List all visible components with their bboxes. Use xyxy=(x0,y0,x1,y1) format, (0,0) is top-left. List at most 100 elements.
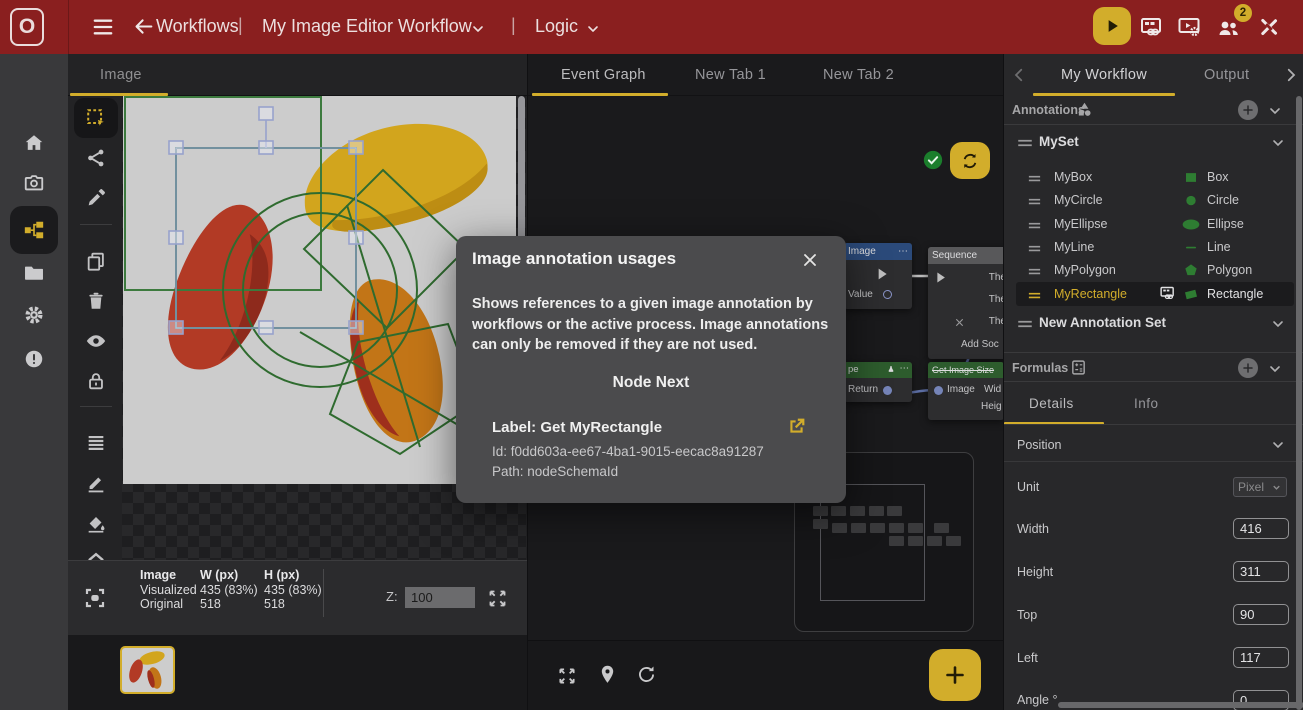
minimap-node xyxy=(831,506,846,516)
minimap-node xyxy=(813,519,828,529)
copy-icon[interactable] xyxy=(85,250,107,272)
unit-select[interactable]: Pixel xyxy=(1233,477,1287,497)
list-icon[interactable] xyxy=(85,432,107,454)
pin-icon[interactable] xyxy=(597,664,618,685)
alert-circle-icon[interactable] xyxy=(23,348,45,370)
top-label: Top xyxy=(1017,608,1037,622)
exec-in-pin[interactable] xyxy=(933,270,948,285)
frame-thumbnail[interactable] xyxy=(120,646,175,694)
refresh-icon[interactable] xyxy=(636,664,657,685)
drag-handle-icon[interactable] xyxy=(1027,174,1042,183)
workflow-link-icon[interactable] xyxy=(1139,15,1163,39)
row-visualized-label: Visualized xyxy=(140,583,200,598)
share-nodes-icon[interactable] xyxy=(85,147,107,169)
node-shape-return[interactable]: pe ⋯ Return xyxy=(844,362,912,402)
tools-icon[interactable] xyxy=(1257,15,1281,39)
expand-graph-icon[interactable] xyxy=(557,666,577,686)
drag-handle-icon[interactable] xyxy=(1016,138,1034,148)
inspector-vertical-scrollbar[interactable] xyxy=(1296,96,1302,710)
annotation-row-myline[interactable]: MyLine Line xyxy=(1004,236,1303,260)
width-input[interactable] xyxy=(1233,518,1289,539)
annotation-usages-icon[interactable] xyxy=(1159,285,1176,302)
screen-play-gear-icon[interactable] xyxy=(1177,15,1201,39)
formulas-collapse-chevron-icon[interactable] xyxy=(1267,361,1283,377)
tab-new-tab-1[interactable]: New Tab 1 xyxy=(695,67,766,83)
app-root: O Workflows | My Image Editor Workflow |… xyxy=(0,0,1303,710)
tabs-chevron-left-icon[interactable] xyxy=(1010,66,1028,84)
workflow-title[interactable]: My Image Editor Workflow xyxy=(262,16,472,37)
workflow-nav-active[interactable] xyxy=(10,206,58,254)
fit-screen-icon[interactable] xyxy=(83,586,107,610)
add-annotation-set-button[interactable] xyxy=(1238,100,1258,120)
zoom-input[interactable] xyxy=(405,587,475,608)
camera-icon[interactable] xyxy=(23,172,45,194)
exec-out-pin[interactable] xyxy=(874,266,890,282)
folder-icon[interactable] xyxy=(23,262,45,284)
eye-icon[interactable] xyxy=(85,330,107,352)
annotation-row-mybox[interactable]: MyBox Box xyxy=(1004,166,1303,190)
remove-socket-icon[interactable] xyxy=(954,317,965,328)
image-in-port[interactable] xyxy=(934,386,943,395)
fill-bucket-icon[interactable] xyxy=(85,512,107,534)
pencil-icon[interactable] xyxy=(85,472,107,494)
marquee-select-active[interactable] xyxy=(74,98,118,138)
hamburger-icon[interactable] xyxy=(92,17,114,37)
dialog-close-icon[interactable] xyxy=(800,250,820,270)
set-collapse-chevron-icon[interactable] xyxy=(1270,135,1286,151)
node-image[interactable]: Image ⋯ Value xyxy=(844,243,912,309)
tab-info[interactable]: Info xyxy=(1134,396,1159,411)
annotation-type: Line xyxy=(1207,240,1231,254)
top-input[interactable] xyxy=(1233,604,1289,625)
annotations-collapse-chevron-icon[interactable] xyxy=(1267,103,1283,119)
breadcrumb-workflows[interactable]: Workflows xyxy=(156,16,239,37)
left-input[interactable] xyxy=(1233,647,1289,668)
return-port[interactable] xyxy=(883,386,892,395)
inspector-horizontal-scrollbar[interactable] xyxy=(1058,702,1303,708)
annotation-set-row[interactable]: MySet xyxy=(1004,130,1303,156)
annotation-row-mycircle[interactable]: MyCircle Circle xyxy=(1004,189,1303,213)
topbar-divider xyxy=(68,0,69,54)
eyedropper-icon[interactable] xyxy=(85,187,107,209)
tab-event-graph[interactable]: Event Graph xyxy=(561,67,646,83)
context-menu-logic[interactable]: Logic xyxy=(535,16,578,37)
lock-icon[interactable] xyxy=(85,370,107,392)
node-menu-icon[interactable]: ⋯ xyxy=(900,362,910,377)
add-node-button[interactable] xyxy=(929,649,981,701)
node-menu-icon[interactable]: ⋯ xyxy=(898,243,908,260)
workflow-chevron-down-icon[interactable] xyxy=(470,21,486,37)
tab-output[interactable]: Output xyxy=(1204,67,1249,83)
drag-handle-icon[interactable] xyxy=(1016,319,1034,329)
annotation-type: Ellipse xyxy=(1207,217,1244,231)
drag-handle-icon[interactable] xyxy=(1027,197,1042,206)
tab-new-tab-2[interactable]: New Tab 2 xyxy=(823,67,894,83)
app-logo[interactable]: O xyxy=(10,8,44,46)
tab-image[interactable]: Image xyxy=(100,67,142,83)
tab-details[interactable]: Details xyxy=(1029,396,1074,411)
drag-handle-icon[interactable] xyxy=(1027,267,1042,276)
new-set-collapse-chevron-icon[interactable] xyxy=(1270,316,1286,332)
gear-icon[interactable] xyxy=(23,304,45,326)
logic-chevron-down-icon[interactable] xyxy=(585,21,601,37)
node-get-image-size[interactable]: Get Image Size Image Wid Heig xyxy=(928,362,1004,420)
expand-icon[interactable] xyxy=(487,588,508,609)
add-formula-button[interactable] xyxy=(1238,358,1258,378)
new-annotation-set-row[interactable]: New Annotation Set xyxy=(1004,310,1303,336)
position-collapse-chevron-icon[interactable] xyxy=(1270,437,1286,453)
annotation-row-myellipse[interactable]: MyEllipse Ellipse xyxy=(1004,213,1303,237)
home-icon[interactable] xyxy=(23,132,45,154)
node-sequence[interactable]: Sequence The The The Add Soc xyxy=(928,247,1004,359)
annotation-row-mypolygon[interactable]: MyPolygon Polygon xyxy=(1004,259,1303,283)
drag-handle-icon[interactable] xyxy=(1027,244,1042,253)
height-input[interactable] xyxy=(1233,561,1289,582)
trash-icon[interactable] xyxy=(85,290,107,312)
value-port[interactable] xyxy=(883,290,892,299)
drag-handle-icon[interactable] xyxy=(1027,221,1042,230)
drag-handle-icon[interactable] xyxy=(1027,291,1042,300)
annotation-row-myrectangle[interactable]: MyRectangle Rectangle xyxy=(1004,283,1303,307)
tabs-chevron-right-icon[interactable] xyxy=(1282,66,1300,84)
open-in-new-icon[interactable] xyxy=(786,416,807,437)
run-play-button[interactable] xyxy=(1093,7,1131,45)
tab-my-workflow[interactable]: My Workflow xyxy=(1061,67,1147,83)
back-arrow-icon[interactable] xyxy=(133,16,154,37)
sequence-add-socket[interactable]: Add Soc xyxy=(961,339,999,350)
